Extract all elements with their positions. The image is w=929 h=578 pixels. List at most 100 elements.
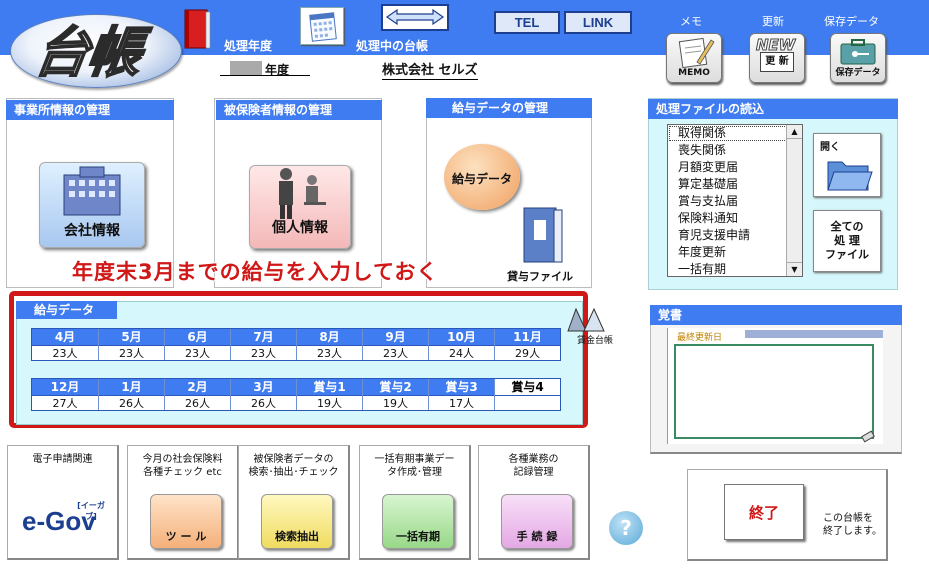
file-list-item[interactable]: 算定基礎届 [668, 176, 802, 193]
month-name: 12月 [32, 379, 98, 395]
binder-icon[interactable] [520, 204, 566, 266]
egov-logo: e-Gov [22, 506, 96, 536]
file-list-scrollbar[interactable]: ▲ ▼ [786, 125, 802, 276]
month-cell[interactable]: 2月 26人 [164, 379, 230, 410]
month-count: 23人 [231, 345, 296, 360]
month-cell[interactable]: 9月 23人 [362, 329, 428, 360]
tool-tile-icon[interactable]: 一括有期 [382, 494, 454, 549]
salary-panel-title: 給与データの管理 [426, 98, 592, 118]
update-caption: 更 新 [760, 52, 794, 72]
help-button[interactable]: ? [609, 511, 643, 545]
calendar-icon[interactable] [300, 7, 344, 45]
month-count: 24人 [429, 345, 494, 360]
annotation-text: 年度末3月までの給与を入力しておく [72, 260, 439, 284]
file-list[interactable]: 取得関係 喪失関係 月額変更届 算定基礎届 賞与支払届 保険料通知 育児支援申請 年度更新 一括… [667, 124, 803, 277]
personal-info-button[interactable]: 個人情報 [249, 165, 351, 249]
month-name: 8月 [297, 329, 362, 345]
switch-ledger-button[interactable] [381, 4, 449, 31]
saved-data-button[interactable]: 保存データ [830, 33, 886, 83]
memo-caption: MEMO [678, 68, 710, 78]
personal-info-label: 個人情報 [272, 220, 328, 236]
file-list-item[interactable]: 年度更新 [668, 244, 802, 261]
month-count: 23人 [99, 345, 164, 360]
tool-tile[interactable]: 被保険者データの 検索･抽出･チェック検索抽出 [238, 445, 350, 560]
month-cell[interactable]: 賞与2 19人 [362, 379, 428, 410]
tool-tile-title: 被保険者データの 検索･抽出･チェック [239, 453, 348, 479]
file-list-item[interactable]: 月額変更届 [668, 159, 802, 176]
exit-button[interactable]: 終了 [724, 484, 804, 540]
month-cell[interactable]: 10月 24人 [428, 329, 494, 360]
file-list-item[interactable]: 賞与支払届 [668, 193, 802, 210]
tool-tile-icon[interactable]: 手 続 録 [501, 494, 573, 549]
tool-tile-label: 手 続 録 [516, 530, 558, 543]
month-name: 賞与3 [429, 379, 494, 395]
month-name: 1月 [99, 379, 164, 395]
company-info-label: 会社情報 [64, 223, 120, 239]
year-value-redacted [230, 61, 262, 75]
month-cell[interactable]: 賞与3 17人 [428, 379, 494, 410]
month-count: 17人 [429, 395, 494, 410]
tool-tile-icon[interactable]: 検索抽出 [261, 494, 333, 549]
file-list-item[interactable]: 保険料通知 [668, 210, 802, 227]
month-name: 賞与1 [297, 379, 362, 395]
memo-pencil-icon [678, 37, 715, 69]
scroll-down-arrow-icon[interactable]: ▼ [787, 262, 802, 276]
update-label: 更新 [762, 15, 784, 28]
tel-button[interactable]: TEL [494, 11, 560, 34]
month-name: 9月 [363, 329, 428, 345]
month-count: 29人 [495, 345, 560, 360]
open-folder-icon [827, 161, 873, 191]
exit-description: この台帳を 終了します。 [823, 512, 882, 538]
notes-textbox[interactable] [674, 344, 874, 439]
tool-tile-label: 検索抽出 [275, 530, 319, 543]
tool-tile-title: 一括有期事業デー タ作成･管理 [360, 453, 469, 479]
salary-data-title: 給与データ [16, 301, 117, 319]
company-info-button[interactable]: 会社情報 [39, 162, 145, 248]
month-count: 26人 [99, 395, 164, 410]
month-cell[interactable]: 賞与1 19人 [296, 379, 362, 410]
tool-tile[interactable]: 電子申請関連 [イーガブ] e-Gov [7, 445, 119, 560]
open-file-button[interactable]: 開く [813, 133, 881, 197]
tool-tile-title-line: 記録管理 [513, 467, 554, 478]
month-cell[interactable]: 7月 23人 [230, 329, 296, 360]
tool-tile-title: 今月の社会保険料 各種チェック etc [128, 453, 237, 479]
month-name: 賞与2 [363, 379, 428, 395]
all-files-button[interactable]: 全ての 処 理 ファイル [813, 210, 881, 272]
month-cell[interactable]: 5月 23人 [98, 329, 164, 360]
month-cell[interactable]: 8月 23人 [296, 329, 362, 360]
double-arrow-icon [385, 8, 445, 26]
month-name: 2月 [165, 379, 230, 395]
file-panel-title: 処理ファイルの読込 [648, 99, 898, 119]
salary-data-button[interactable]: 給与データ [444, 144, 520, 210]
tool-tile-title: 各種業務の 記録管理 [479, 453, 588, 479]
tool-tile[interactable]: 各種業務の 記録管理手 続 録 [478, 445, 590, 560]
tool-tile[interactable]: 今月の社会保険料 各種チェック etc ツ ー ル [127, 445, 239, 560]
month-count: 23人 [363, 345, 428, 360]
all-files-label-2: 処 理 [834, 234, 860, 247]
file-list-item[interactable]: 取得関係 [668, 125, 802, 142]
month-name: 7月 [231, 329, 296, 345]
month-cell[interactable]: 12月 27人 [32, 379, 98, 410]
month-cell[interactable]: 4月 23人 [32, 329, 98, 360]
month-cell[interactable]: 1月 26人 [98, 379, 164, 410]
last-updated-value [745, 330, 883, 338]
memo-label: メモ [680, 15, 702, 28]
month-cell[interactable]: 6月 23人 [164, 329, 230, 360]
file-list-item[interactable]: 喪失関係 [668, 142, 802, 159]
scroll-up-arrow-icon[interactable]: ▲ [787, 125, 802, 139]
red-book-icon[interactable] [182, 8, 212, 50]
update-button[interactable]: NEW 更 新 [749, 33, 805, 83]
tool-tile[interactable]: 一括有期事業デー タ作成･管理一括有期 [359, 445, 471, 560]
all-files-label-3: ファイル [825, 248, 869, 261]
month-cell[interactable]: 3月 26人 [230, 379, 296, 410]
month-cell[interactable]: 11月 29人 [494, 329, 560, 360]
link-button[interactable]: LINK [564, 11, 632, 34]
file-list-item[interactable]: 一括有期 [668, 261, 802, 276]
memo-button[interactable]: MEMO [666, 33, 722, 83]
file-list-item[interactable]: 育児支援申請 [668, 227, 802, 244]
month-cell[interactable]: 賞与4 [494, 379, 560, 410]
tool-tile-title-line: 今月の社会保険料 [142, 454, 223, 465]
tool-tile-icon[interactable]: ツ ー ル [150, 494, 222, 549]
tool-tile-icon[interactable]: [イーガブ] e-Gov [20, 494, 110, 549]
company-name: 株式会社 セルズ [382, 59, 478, 80]
